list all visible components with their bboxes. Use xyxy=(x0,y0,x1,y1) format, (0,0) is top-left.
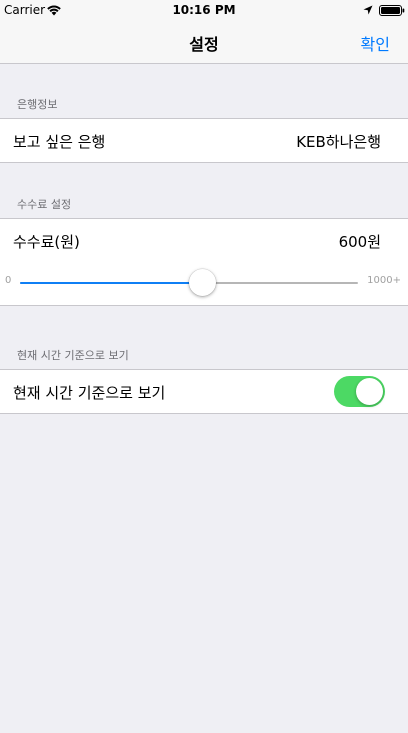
toggle-knob xyxy=(356,378,383,405)
fee-row-value: 600원 xyxy=(338,233,381,251)
fee-slider-row: 0 1000+ xyxy=(0,262,408,306)
bank-row-value: KEB하나은행 xyxy=(296,133,381,151)
status-time: 10:16 PM xyxy=(172,3,236,17)
fee-slider-fill xyxy=(20,282,203,284)
fee-slider-thumb[interactable] xyxy=(189,269,217,296)
bank-select-row[interactable]: 보고 싶은 은행 KEB하나은행 xyxy=(0,118,408,163)
current-time-toggle[interactable] xyxy=(334,376,385,407)
time-toggle-row: 현재 시간 기준으로 보기 xyxy=(0,369,408,414)
bank-section-header: 은행정보 xyxy=(17,98,58,111)
fee-row-label: 수수료(원) xyxy=(13,233,80,251)
battery-icon xyxy=(379,5,405,16)
slider-min-label: 0 xyxy=(5,275,12,286)
fee-section-header: 수수료 설정 xyxy=(17,198,72,211)
status-bar: Carrier 10:16 PM xyxy=(0,0,408,20)
time-row-label: 현재 시간 기준으로 보기 xyxy=(13,384,166,402)
location-icon xyxy=(363,5,373,15)
fee-row: 수수료(원) 600원 xyxy=(0,218,408,263)
time-section-header: 현재 시간 기준으로 보기 xyxy=(17,349,129,362)
navigation-bar: 설정 확인 xyxy=(0,20,408,64)
confirm-button[interactable]: 확인 xyxy=(361,31,390,55)
bank-row-label: 보고 싶은 은행 xyxy=(13,133,106,151)
page-title: 설정 xyxy=(189,35,219,54)
slider-max-label: 1000+ xyxy=(367,275,401,286)
